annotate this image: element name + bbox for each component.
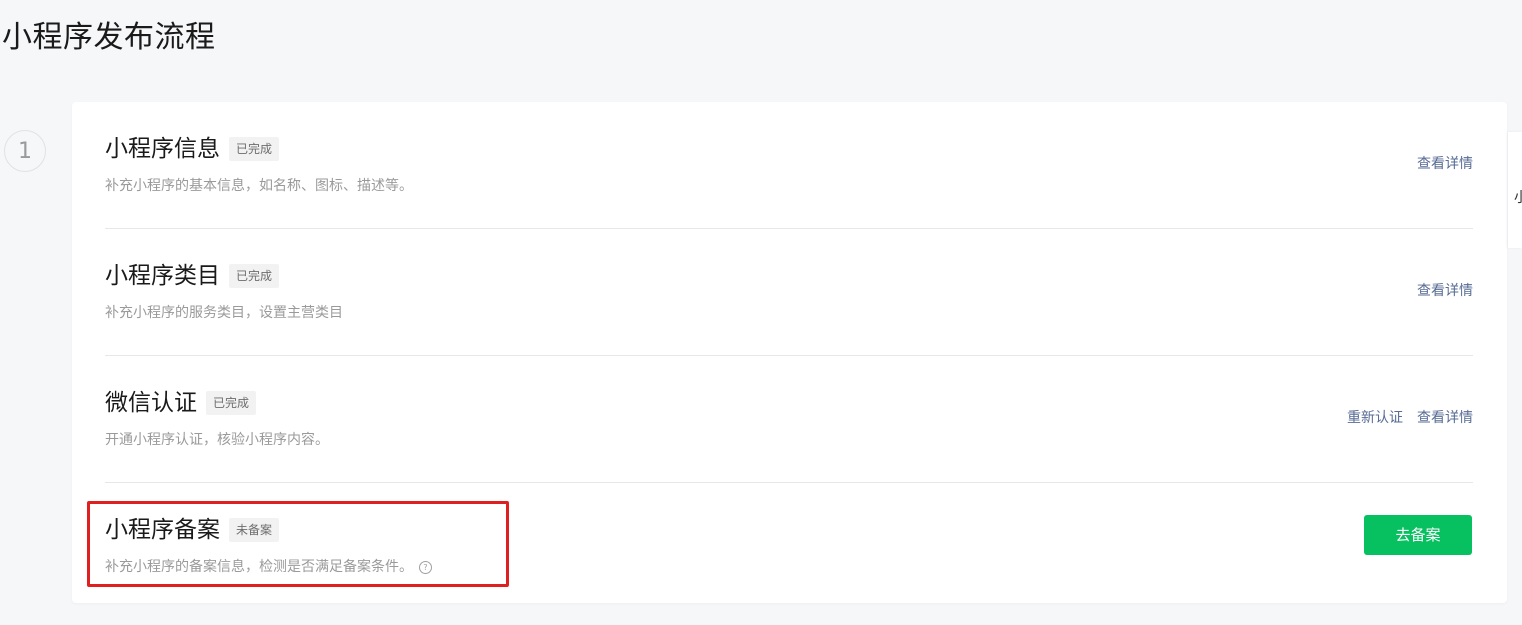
item-description: 补充小程序的服务类目，设置主营类目	[105, 303, 343, 323]
side-floating-tab[interactable]: 小	[1508, 132, 1522, 248]
item-description-text: 补充小程序的服务类目，设置主营类目	[105, 305, 343, 321]
item-title: 微信认证	[105, 390, 197, 416]
status-badge: 已完成	[229, 137, 280, 161]
item-description-text: 补充小程序的基本信息，如名称、图标、描述等。	[105, 178, 413, 194]
item-title-row: 微信认证 已完成	[105, 388, 257, 418]
item-actions: 查看详情	[1417, 281, 1473, 301]
item-description: 补充小程序的基本信息，如名称、图标、描述等。	[105, 176, 413, 196]
status-badge: 已完成	[206, 391, 257, 415]
view-details-link[interactable]: 查看详情	[1417, 281, 1473, 301]
reverify-link[interactable]: 重新认证	[1347, 408, 1403, 428]
item-title-row: 小程序类目 已完成	[105, 261, 280, 291]
view-details-link[interactable]: 查看详情	[1417, 154, 1473, 174]
item-actions: 查看详情	[1417, 154, 1473, 174]
side-tab-text: 小	[1514, 190, 1522, 206]
item-title-row: 小程序信息 已完成	[105, 134, 280, 164]
go-filing-button[interactable]: 去备案	[1364, 515, 1472, 555]
item-title: 小程序类目	[105, 263, 220, 289]
item-actions: 重新认证 查看详情	[1347, 408, 1473, 428]
item-title: 小程序信息	[105, 136, 220, 162]
highlight-box	[87, 501, 509, 587]
status-badge: 已完成	[229, 264, 280, 288]
view-details-link[interactable]: 查看详情	[1417, 408, 1473, 428]
step-number-badge: 1	[4, 130, 46, 172]
step-item-category: 小程序类目 已完成 补充小程序的服务类目，设置主营类目 查看详情	[105, 229, 1473, 356]
item-description: 开通小程序认证，核验小程序内容。	[105, 430, 329, 450]
step-item-info: 小程序信息 已完成 补充小程序的基本信息，如名称、图标、描述等。 查看详情	[105, 102, 1473, 229]
step-item-verification: 微信认证 已完成 开通小程序认证，核验小程序内容。 重新认证 查看详情	[105, 356, 1473, 483]
item-description-text: 开通小程序认证，核验小程序内容。	[105, 432, 329, 448]
page-title: 小程序发布流程	[2, 20, 216, 55]
